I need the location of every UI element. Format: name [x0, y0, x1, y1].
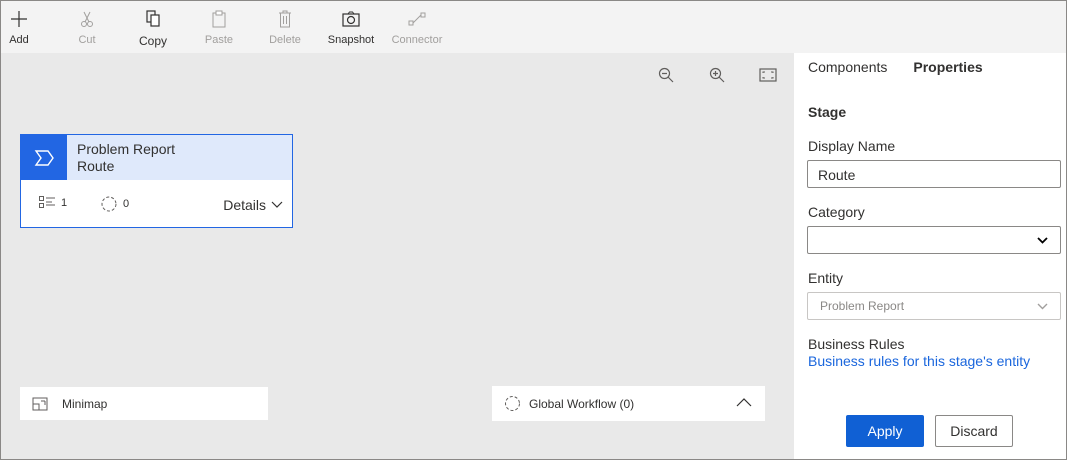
cut-button[interactable]: Cut — [55, 1, 119, 53]
delete-button[interactable]: Delete — [253, 1, 317, 53]
workflow-icon — [504, 395, 521, 412]
workflows-count: 0 — [101, 196, 129, 212]
pane-tabs: Components Properties — [808, 59, 983, 75]
chevron-down-icon — [1037, 303, 1048, 309]
steps-list-icon — [39, 196, 55, 208]
global-workflow-panel[interactable]: Global Workflow (0) — [492, 386, 765, 421]
trash-icon — [278, 8, 292, 30]
entity-select: Problem Report — [807, 292, 1061, 320]
zoom-in-button[interactable] — [707, 65, 727, 85]
fit-to-screen-icon — [759, 68, 777, 82]
tab-properties[interactable]: Properties — [913, 59, 982, 75]
zoom-out-button[interactable] — [656, 65, 676, 85]
plus-icon — [10, 8, 28, 30]
zoom-out-icon — [658, 67, 674, 83]
process-designer: Add Cut Copy Paste Delete Snapshot Conne… — [0, 0, 1067, 460]
zoom-in-icon — [709, 67, 725, 83]
properties-pane: Components Properties Stage Display Name… — [794, 53, 1066, 459]
connector-icon — [408, 8, 426, 30]
fit-to-screen-button[interactable] — [758, 65, 778, 85]
connector-button[interactable]: Connector — [385, 1, 449, 53]
chevron-down-icon — [271, 201, 283, 208]
display-name-label: Display Name — [808, 138, 896, 154]
stage-name: Route — [77, 158, 115, 174]
business-rules-label: Business Rules — [808, 336, 905, 352]
copy-button[interactable]: Copy — [121, 1, 185, 53]
global-workflow-label: Global Workflow (0) — [529, 396, 635, 411]
paste-button[interactable]: Paste — [187, 1, 251, 53]
snapshot-button[interactable]: Snapshot — [319, 1, 383, 53]
stage-entity-name: Problem Report — [77, 141, 176, 157]
section-title: Stage — [808, 104, 847, 120]
tab-components[interactable]: Components — [808, 59, 887, 75]
minimap-label: Minimap — [62, 396, 108, 411]
entity-label: Entity — [808, 270, 844, 286]
minimap-panel[interactable]: Minimap — [20, 387, 268, 420]
apply-button[interactable]: Apply — [846, 415, 924, 447]
stage-chevron-icon — [21, 135, 67, 180]
business-rules-link[interactable]: Business rules for this stage's entity — [808, 353, 1030, 369]
camera-icon — [342, 8, 360, 30]
workflow-icon — [101, 196, 117, 212]
toolbar: Add Cut Copy Paste Delete Snapshot Conne… — [1, 1, 1066, 53]
details-toggle[interactable]: Details — [223, 197, 283, 213]
discard-button[interactable]: Discard — [935, 415, 1013, 447]
category-select[interactable] — [807, 226, 1061, 254]
minimap-icon — [32, 397, 48, 411]
chevron-up-icon[interactable] — [736, 397, 752, 407]
steps-count: 1 — [39, 196, 67, 209]
chevron-down-icon — [1037, 236, 1048, 244]
scissors-icon — [80, 8, 94, 30]
stage-card[interactable]: Problem Report Route 1 0 Details — [20, 134, 293, 228]
copy-icon — [145, 8, 161, 30]
category-label: Category — [808, 204, 865, 220]
stage-header: Problem Report Route — [21, 135, 292, 180]
display-name-field[interactable]: Route — [807, 160, 1061, 188]
clipboard-icon — [211, 8, 227, 30]
add-button[interactable]: Add — [1, 1, 37, 53]
